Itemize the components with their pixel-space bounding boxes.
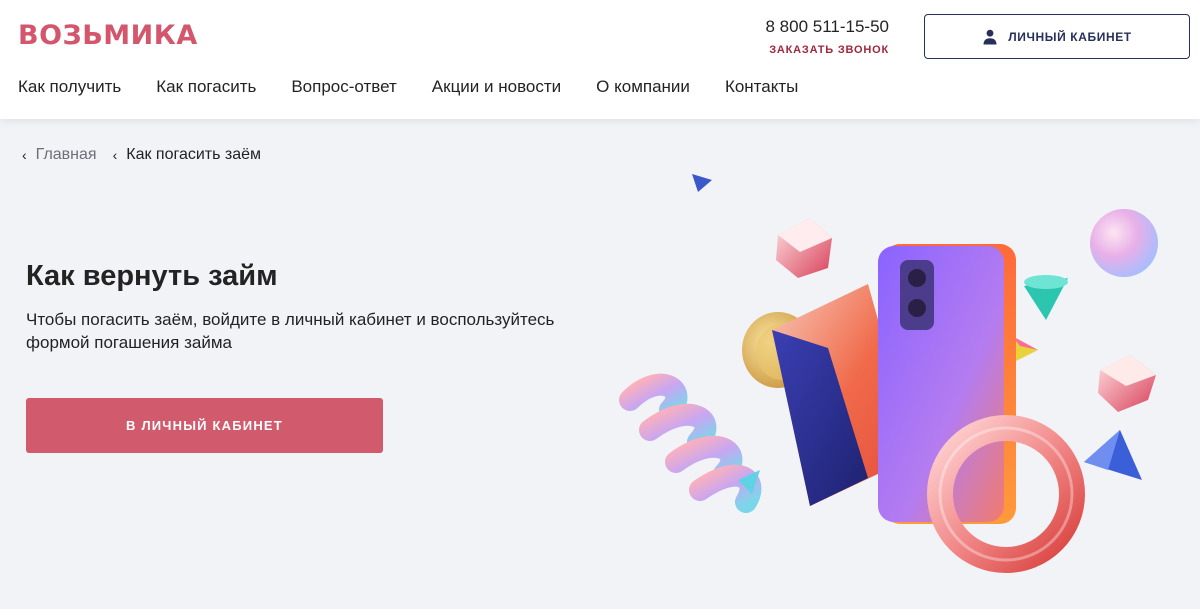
hero-illustration (619, 174, 1158, 573)
callback-link[interactable]: ЗАКАЗАТЬ ЗВОНОК (765, 43, 889, 57)
phone-number[interactable]: 8 800 511-15-50 (765, 16, 889, 38)
nav-item-news[interactable]: Акции и новости (432, 76, 561, 98)
nav-item-faq[interactable]: Вопрос-ответ (291, 76, 396, 98)
nav-item-how-to-get[interactable]: Как получить (18, 76, 121, 98)
breadcrumb-home-label: Главная (35, 146, 97, 163)
personal-cabinet-button[interactable]: ЛИЧНЫЙ КАБИНЕТ (924, 14, 1190, 59)
chevron-left-icon: ‹ (22, 147, 27, 163)
go-to-cabinet-button[interactable]: В ЛИЧНЫЙ КАБИНЕТ (26, 398, 383, 453)
main-nav: Как получить Как погасить Вопрос-ответ А… (18, 76, 798, 98)
nav-item-how-to-repay[interactable]: Как погасить (156, 76, 256, 98)
breadcrumb-current: ‹ Как погасить заём (113, 146, 261, 164)
site-header: ВОЗЬМИКА 8 800 511-15-50 ЗАКАЗАТЬ ЗВОНОК… (0, 0, 1200, 119)
nav-item-about[interactable]: О компании (596, 76, 690, 98)
chevron-left-icon: ‹ (112, 147, 118, 163)
hero-description: Чтобы погасить заём, войдите в личный ка… (26, 310, 555, 352)
breadcrumb: ‹ Главная ‹ Как погасить заём (22, 146, 261, 164)
contact-block: 8 800 511-15-50 ЗАКАЗАТЬ ЗВОНОК (765, 16, 889, 57)
breadcrumb-current-label: Как погасить заём (126, 146, 262, 163)
user-icon (983, 29, 997, 44)
personal-cabinet-label: ЛИЧНЫЙ КАБИНЕТ (1008, 29, 1132, 44)
logo[interactable]: ВОЗЬМИКА (18, 20, 198, 52)
page-title: Как вернуть займ (26, 260, 278, 292)
nav-item-contacts[interactable]: Контакты (725, 76, 798, 98)
breadcrumb-home[interactable]: ‹ Главная (22, 146, 97, 164)
